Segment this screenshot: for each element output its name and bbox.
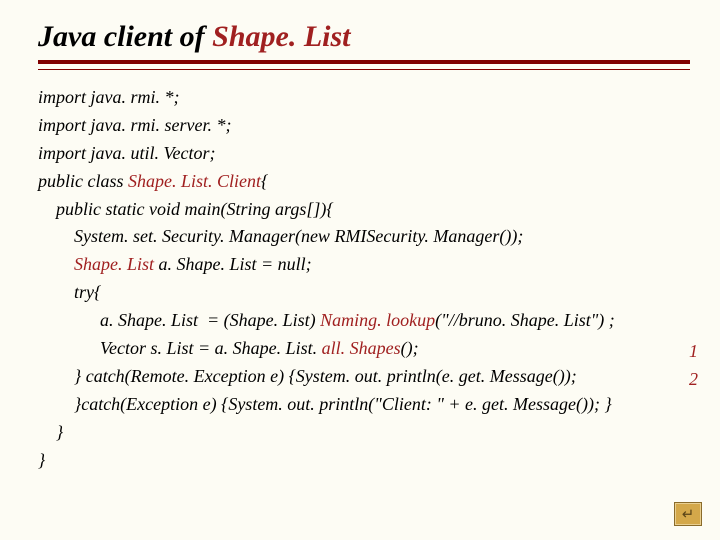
code-line: } catch(Remote. Exception e) {System. ou…: [38, 363, 690, 391]
code-line: }: [38, 447, 690, 475]
code-line: import java. util. Vector;: [38, 140, 690, 168]
code-line: System. set. Security. Manager(new RMISe…: [38, 223, 690, 251]
annotation-number: 1: [689, 338, 698, 366]
title-divider: [38, 60, 690, 70]
code-line: try{: [38, 279, 690, 307]
code-line: }catch(Exception e) {System. out. printl…: [38, 391, 690, 419]
title-text-plain: Java client of: [38, 20, 212, 53]
code-line: public class Shape. List. Client{: [38, 168, 690, 196]
title-text-highlight: Shape. List: [212, 20, 350, 53]
code-line: a. Shape. List = (Shape. List) Naming. l…: [38, 307, 690, 335]
code-line: public static void main(String args[]){: [38, 196, 690, 224]
code-line: }: [38, 419, 690, 447]
annotation-column: 1 2: [689, 338, 698, 394]
annotation-number: 2: [689, 366, 698, 394]
slide-title: Java client of Shape. List: [38, 20, 690, 54]
code-line: import java. rmi. server. *;: [38, 112, 690, 140]
return-icon[interactable]: ↵: [674, 502, 702, 526]
code-line: import java. rmi. *;: [38, 84, 690, 112]
code-line: Shape. List a. Shape. List = null;: [38, 251, 690, 279]
code-block: import java. rmi. *; import java. rmi. s…: [38, 84, 690, 474]
code-line: Vector s. List = a. Shape. List. all. Sh…: [38, 335, 690, 363]
